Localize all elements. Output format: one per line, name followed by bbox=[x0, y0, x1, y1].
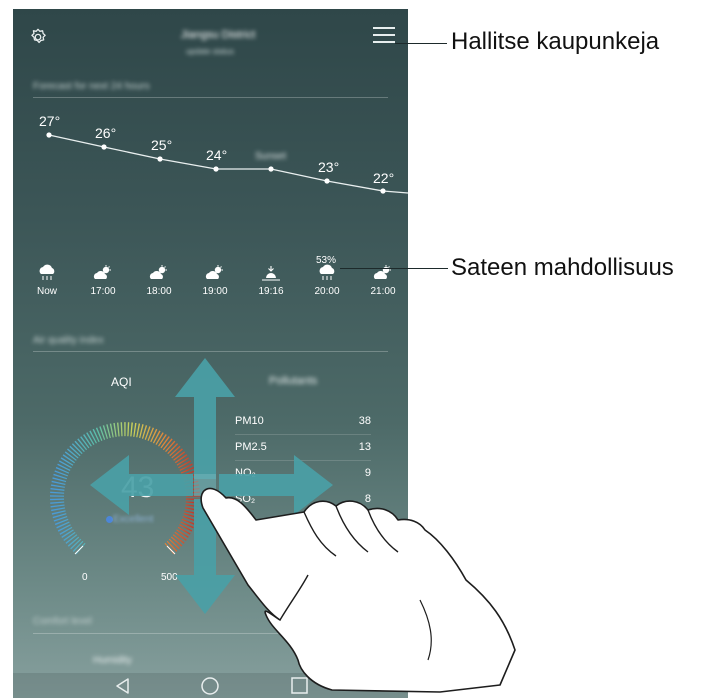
callout-rain-chance: Sateen mahdollisuus bbox=[451, 254, 674, 281]
callout-line bbox=[395, 43, 447, 44]
callout-line bbox=[340, 268, 448, 269]
hand-gesture-illustration bbox=[200, 487, 516, 693]
callout-manage-cities: Hallitse kaupunkeja bbox=[451, 28, 660, 55]
